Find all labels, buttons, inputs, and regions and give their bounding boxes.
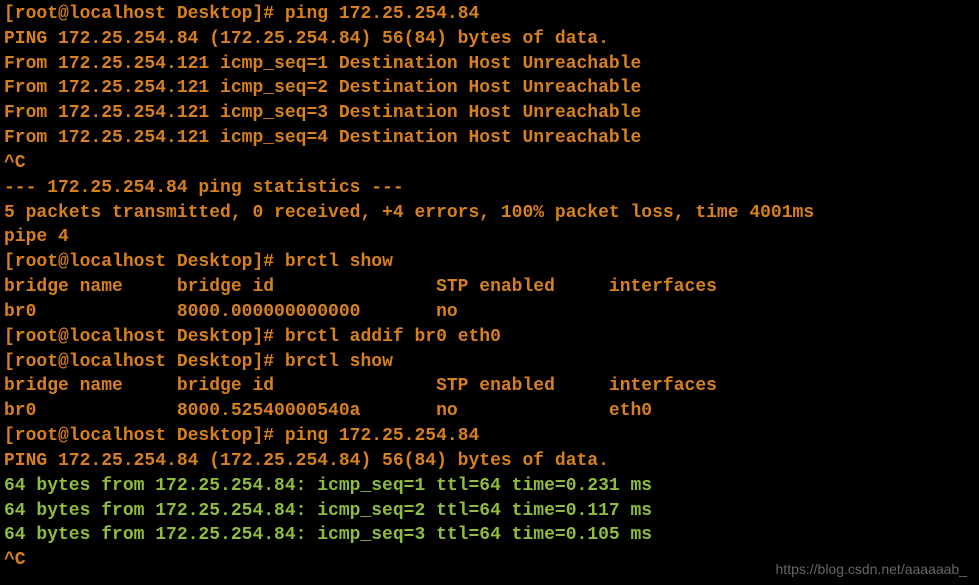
terminal-output[interactable]: [root@localhost Desktop]# ping 172.25.25… <box>4 2 975 573</box>
terminal-line: bridge name bridge id STP enabled interf… <box>4 275 975 300</box>
shell-command: brctl show <box>285 252 393 272</box>
shell-command: brctl addif br0 eth0 <box>285 327 501 347</box>
watermark: https://blog.csdn.net/aaaaaab_ <box>776 560 967 579</box>
terminal-line: From 172.25.254.121 icmp_seq=2 Destinati… <box>4 76 975 101</box>
terminal-line: [root@localhost Desktop]# brctl show <box>4 350 975 375</box>
terminal-line: 64 bytes from 172.25.254.84: icmp_seq=1 … <box>4 474 975 499</box>
terminal-line: br0 8000.52540000540a no eth0 <box>4 399 975 424</box>
shell-prompt: [root@localhost Desktop]# <box>4 327 285 347</box>
terminal-line: From 172.25.254.121 icmp_seq=1 Destinati… <box>4 52 975 77</box>
terminal-line: PING 172.25.254.84 (172.25.254.84) 56(84… <box>4 27 975 52</box>
shell-command: ping 172.25.254.84 <box>285 426 479 446</box>
terminal-line: bridge name bridge id STP enabled interf… <box>4 374 975 399</box>
shell-command: brctl show <box>285 352 393 372</box>
terminal-line: 5 packets transmitted, 0 received, +4 er… <box>4 201 975 226</box>
terminal-line: pipe 4 <box>4 225 975 250</box>
terminal-line: ^C <box>4 151 975 176</box>
shell-prompt: [root@localhost Desktop]# <box>4 352 285 372</box>
terminal-line: 64 bytes from 172.25.254.84: icmp_seq=2 … <box>4 499 975 524</box>
terminal-line: br0 8000.000000000000 no <box>4 300 975 325</box>
terminal-line: 64 bytes from 172.25.254.84: icmp_seq=3 … <box>4 523 975 548</box>
terminal-line: --- 172.25.254.84 ping statistics --- <box>4 176 975 201</box>
shell-prompt: [root@localhost Desktop]# <box>4 4 285 24</box>
terminal-line: [root@localhost Desktop]# ping 172.25.25… <box>4 424 975 449</box>
shell-prompt: [root@localhost Desktop]# <box>4 252 285 272</box>
terminal-line: [root@localhost Desktop]# brctl addif br… <box>4 325 975 350</box>
shell-command: ping 172.25.254.84 <box>285 4 479 24</box>
terminal-line: [root@localhost Desktop]# brctl show <box>4 250 975 275</box>
terminal-line: PING 172.25.254.84 (172.25.254.84) 56(84… <box>4 449 975 474</box>
shell-prompt: [root@localhost Desktop]# <box>4 426 285 446</box>
terminal-line: From 172.25.254.121 icmp_seq=3 Destinati… <box>4 101 975 126</box>
terminal-line: [root@localhost Desktop]# ping 172.25.25… <box>4 2 975 27</box>
terminal-line: From 172.25.254.121 icmp_seq=4 Destinati… <box>4 126 975 151</box>
